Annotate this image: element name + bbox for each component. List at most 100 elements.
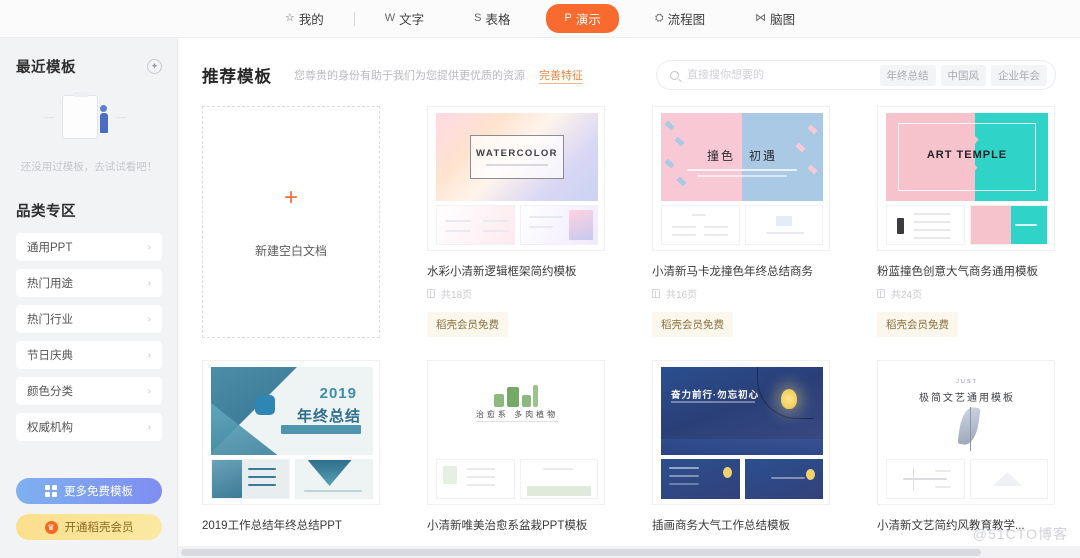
more-free-templates-label: 更多免费模板 <box>64 483 133 499</box>
thumb-main-slide: WATERCOLOR <box>436 113 598 201</box>
nav-item-presentation[interactable]: P 演示 <box>546 4 618 33</box>
template-card[interactable]: WATERCOLOR <box>427 106 605 338</box>
thumb-main-slide: 奋力前行·勿忘初心 <box>661 367 823 455</box>
template-title: 小清新唯美治愈系盆栽PPT模板 <box>427 517 605 533</box>
template-thumbnail[interactable]: 撞色 初遇 <box>652 106 830 251</box>
thumb-title-frame: WATERCOLOR <box>470 135 564 179</box>
thumb-plants-illustration <box>494 381 540 407</box>
top-navigation-bar: ☆ 我的 W 文字 S 表格 P 演示 ⛭ 流程图 <box>0 0 1080 38</box>
dash-mark <box>44 117 54 118</box>
thumb-badge-shape <box>255 395 275 415</box>
template-title: 2019工作总结年终总结PPT <box>202 517 380 533</box>
new-blank-document-card[interactable]: + 新建空白文档 <box>202 106 380 338</box>
main-content: 推荐模板 您尊贵的身份有助于我们为您提供更优质的资源 完善特征 年终总结 中国风… <box>178 38 1080 558</box>
template-card[interactable]: ART TEMPLE <box>877 106 1055 338</box>
nav-item-flowchart[interactable]: ⛭ 流程图 <box>641 5 719 32</box>
nav-item-label: 文字 <box>399 9 424 28</box>
thumb-sub-slide <box>661 205 740 245</box>
thumb-sub-slide <box>520 205 599 245</box>
activate-vip-label: 开通稻壳会员 <box>65 519 134 535</box>
template-card[interactable]: 撞色 初遇 <box>652 106 830 338</box>
person-body <box>100 113 108 133</box>
sidebar-item-popular-industries[interactable]: 热门行业 › <box>16 305 162 333</box>
new-blank-document-label: 新建空白文档 <box>255 242 327 259</box>
thumb-rule <box>687 169 797 171</box>
thumb-rule <box>697 175 787 177</box>
sidebar-item-popular-uses[interactable]: 热门用途 › <box>16 269 162 297</box>
thumb-accent-bar <box>281 425 361 434</box>
sidebar-item-festivals[interactable]: 节日庆典 › <box>16 341 162 369</box>
search-bar[interactable]: 年终总结 中国风 企业年会 <box>656 60 1056 90</box>
search-tag-chinese-style[interactable]: 中国风 <box>941 65 987 86</box>
template-thumbnail[interactable]: ART TEMPLE <box>877 106 1055 251</box>
category-label: 节日庆典 <box>27 347 73 363</box>
thumb-sub-slide <box>745 459 824 499</box>
thumb-title-text: WATERCOLOR <box>476 148 558 159</box>
template-title: 插画商务大气工作总结模板 <box>652 517 830 533</box>
vip-free-badge: 稻壳会员免费 <box>652 312 733 337</box>
horizontal-scrollbar[interactable] <box>178 546 1080 558</box>
search-input[interactable] <box>687 69 880 81</box>
pages-icon <box>427 289 435 298</box>
activate-vip-button[interactable]: ♛ 开通稻壳会员 <box>16 514 162 540</box>
chevron-right-icon: › <box>148 314 151 325</box>
thumb-sub-slide <box>970 459 1049 499</box>
watermark: @51CTO博客 <box>973 524 1068 544</box>
thumb-main-slide: 2019 年终总结 <box>211 367 373 455</box>
template-card[interactable]: 治愈系 多肉植物 <box>427 360 605 533</box>
search-tag-year-end-summary[interactable]: 年终总结 <box>880 65 936 86</box>
template-thumbnail[interactable]: 2019 年终总结 <box>202 360 380 505</box>
thumb-sub-slide <box>661 459 740 499</box>
search-tags: 年终总结 中国风 企业年会 <box>880 65 1048 86</box>
template-title: 粉蓝撞色创意大气商务通用模板 <box>877 263 1055 279</box>
template-meta: 共18页 <box>427 286 605 301</box>
thumb-main-slide: JUST 极简文艺通用模板 <box>886 367 1048 455</box>
more-free-templates-button[interactable]: 更多免费模板 <box>16 478 162 504</box>
complete-profile-link[interactable]: 完善特征 <box>539 67 583 84</box>
template-thumbnail[interactable]: 治愈系 多肉植物 <box>427 360 605 505</box>
template-page-count: 共24页 <box>891 286 922 301</box>
grid-icon <box>45 485 57 497</box>
template-thumbnail[interactable]: JUST 极简文艺通用模板 <box>877 360 1055 505</box>
template-title: 水彩小清新逻辑框架简约模板 <box>427 263 605 279</box>
thumb-rule <box>486 164 548 166</box>
nav-item-spreadsheet[interactable]: S 表格 <box>460 5 524 32</box>
nav-items: ☆ 我的 W 文字 S 表格 P 演示 ⛭ 流程图 <box>271 4 809 33</box>
template-card[interactable]: 奋力前行·勿忘初心 <box>652 360 830 533</box>
sidebar-item-general-ppt[interactable]: 通用PPT › <box>16 233 162 261</box>
thumb-sub-slide <box>295 459 374 499</box>
sidebar-footer-actions: 更多免费模板 ♛ 开通稻壳会员 <box>16 468 162 540</box>
nav-item-mindmap[interactable]: ⋈ 脑图 <box>741 5 809 32</box>
recent-templates-title: 最近模板 <box>16 56 76 77</box>
vip-free-badge: 稻壳会员免费 <box>427 312 508 337</box>
thumb-title-text: 极简文艺通用模板 <box>886 389 1048 404</box>
scrollbar-thumb[interactable] <box>181 549 981 556</box>
sidebar: 最近模板 ✦ 还没用过模板，去试试看吧！ 品类专区 通用PPT › 热门用途 › <box>0 38 178 558</box>
template-page-count: 共18页 <box>441 286 472 301</box>
category-label: 通用PPT <box>27 239 72 255</box>
template-meta: 共16页 <box>652 286 830 301</box>
template-thumbnail[interactable]: 奋力前行·勿忘初心 <box>652 360 830 505</box>
recent-templates-header: 最近模板 ✦ <box>16 56 162 77</box>
sidebar-item-authority-orgs[interactable]: 权威机构 › <box>16 413 162 441</box>
flowchart-icon: ⛭ <box>655 13 664 24</box>
search-tag-annual-meeting[interactable]: 企业年会 <box>991 65 1047 86</box>
chevron-right-icon: › <box>148 422 151 433</box>
thumb-sub-slide <box>211 459 290 499</box>
nav-item-mine[interactable]: ☆ 我的 <box>271 5 338 32</box>
thumb-rule <box>476 421 558 422</box>
template-card[interactable]: 2019 年终总结 <box>202 360 380 533</box>
sidebar-item-color-classification[interactable]: 颜色分类 › <box>16 377 162 405</box>
template-card[interactable]: JUST 极简文艺通用模板 <box>877 360 1055 533</box>
template-thumbnail[interactable]: WATERCOLOR <box>427 106 605 251</box>
thumb-title-text: 治愈系 多肉植物 <box>436 409 598 420</box>
new-blank-document-area[interactable]: + 新建空白文档 <box>202 106 380 338</box>
thumb-sub-slide <box>745 205 824 245</box>
thumb-sub-slides <box>886 459 1048 499</box>
vip-free-badge: 稻壳会员免费 <box>877 312 958 337</box>
nav-item-writer[interactable]: W 文字 <box>371 5 438 32</box>
thumb-sub-slides <box>661 459 823 499</box>
thumb-sub-slides <box>436 459 598 499</box>
add-template-button[interactable]: ✦ <box>147 59 162 74</box>
nav-divider <box>354 12 355 26</box>
